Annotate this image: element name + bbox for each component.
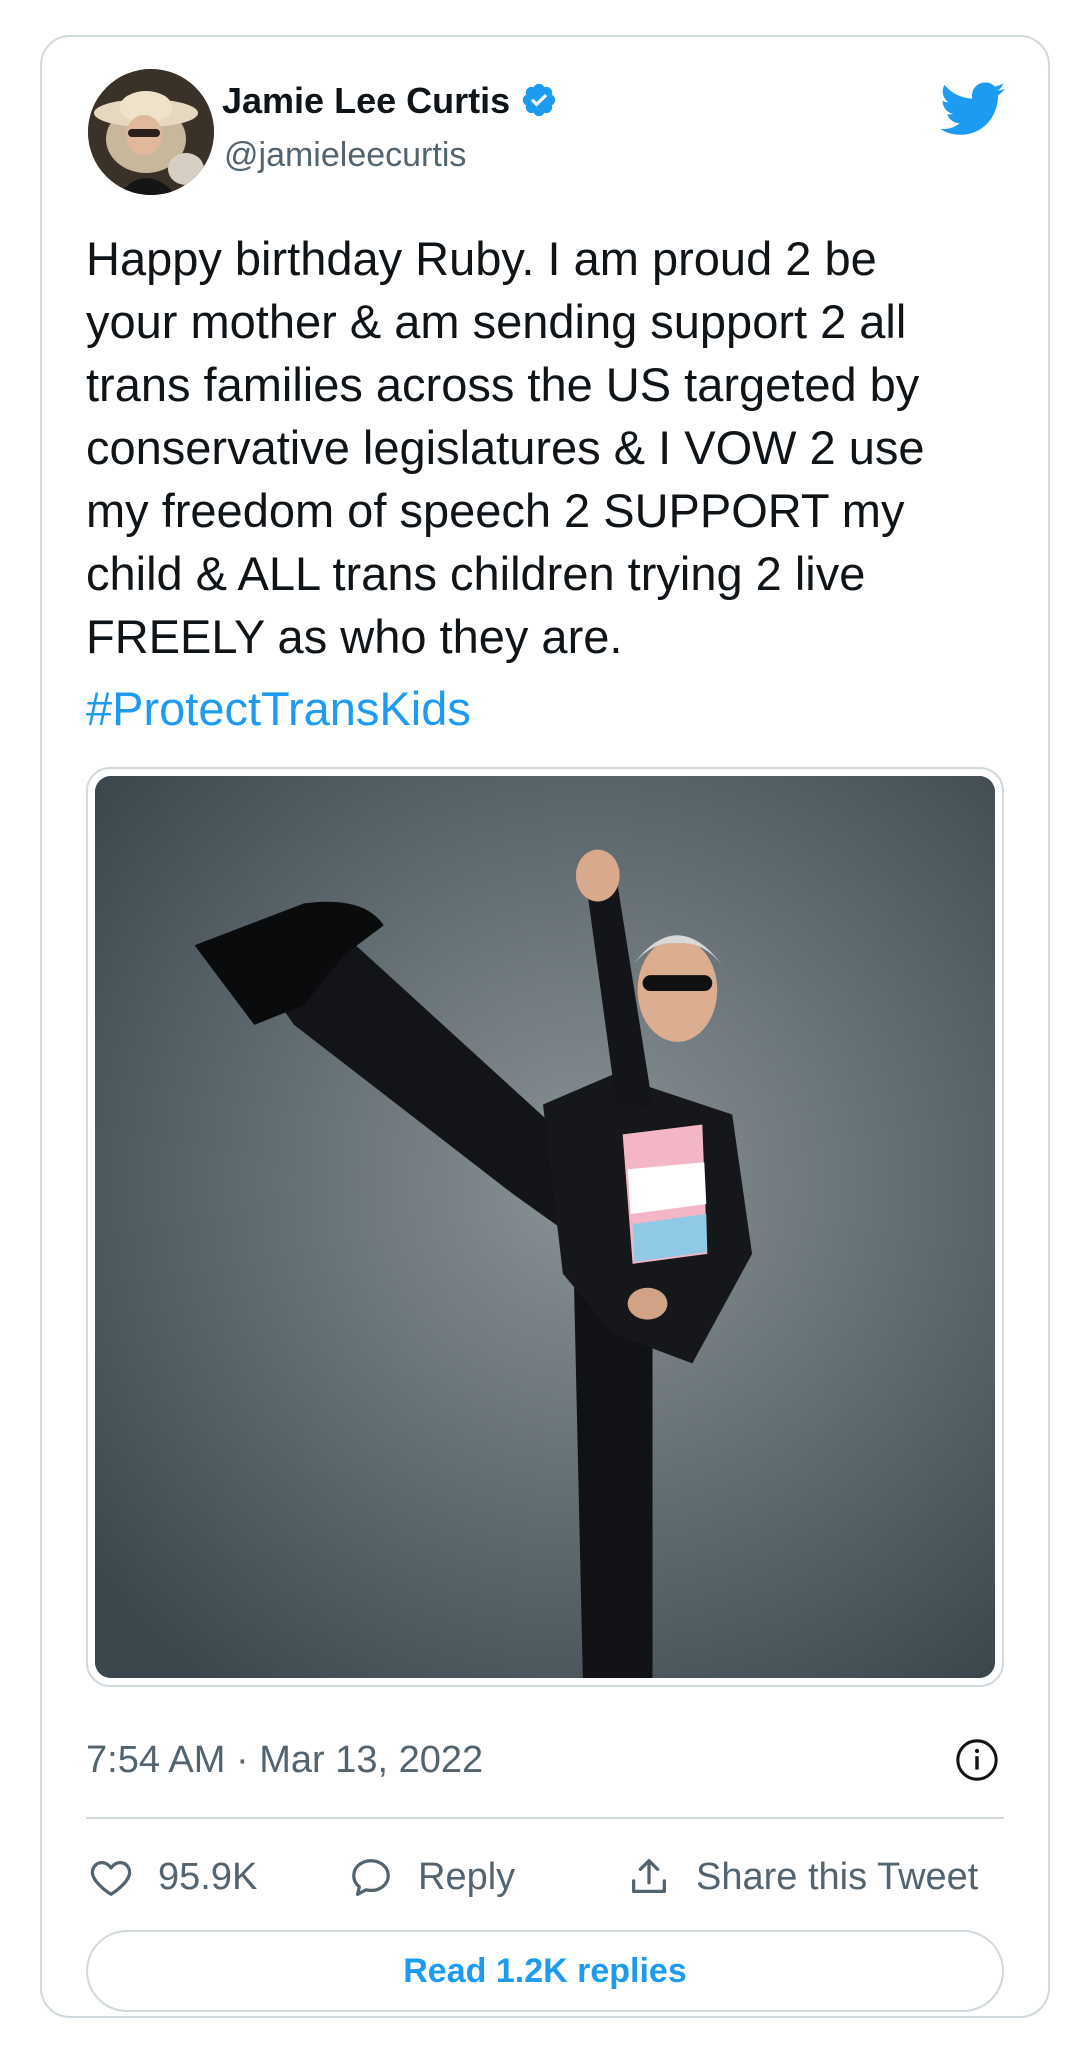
tweet-card[interactable]: Jamie Lee Curtis @jamieleecurtis Happy b… xyxy=(40,35,1050,2018)
author-name[interactable]: Jamie Lee Curtis xyxy=(222,80,510,121)
verified-badge-icon xyxy=(522,83,556,117)
tweet-text: Happy birthday Ruby. I am proud 2 be you… xyxy=(86,232,925,663)
heart-icon xyxy=(90,1860,132,1896)
like-count: 95.9K xyxy=(158,1855,258,1898)
twitter-bird-icon[interactable] xyxy=(940,75,1006,141)
hashtag-link[interactable]: #ProtectTransKids xyxy=(86,677,471,740)
share-label: Share this Tweet xyxy=(696,1855,979,1898)
reply-button[interactable]: Reply xyxy=(348,1845,515,1909)
divider xyxy=(86,1817,1004,1819)
author-avatar[interactable] xyxy=(88,69,214,195)
author-handle[interactable]: @jamieleecurtis xyxy=(224,133,466,177)
reply-bubble-icon xyxy=(352,1859,390,1896)
photo-illustration xyxy=(95,776,995,1678)
reply-label: Reply xyxy=(418,1855,516,1898)
read-replies-button[interactable]: Read 1.2K replies xyxy=(86,1930,1004,2012)
like-button[interactable]: 95.9K xyxy=(88,1845,257,1909)
share-button[interactable]: Share this Tweet xyxy=(626,1845,978,1909)
author-name-row[interactable]: Jamie Lee Curtis xyxy=(222,79,558,123)
info-icon[interactable] xyxy=(954,1737,1000,1783)
tweet-timestamp[interactable]: 7:54 AM · Mar 13, 2022 xyxy=(86,1737,483,1783)
share-icon xyxy=(632,1859,666,1894)
tweet-photo xyxy=(95,776,995,1678)
tweet-actions: 95.9K Reply Share this Tweet xyxy=(86,1845,1026,1909)
tweet-media[interactable] xyxy=(86,767,1004,1687)
avatar-photo xyxy=(88,69,214,195)
